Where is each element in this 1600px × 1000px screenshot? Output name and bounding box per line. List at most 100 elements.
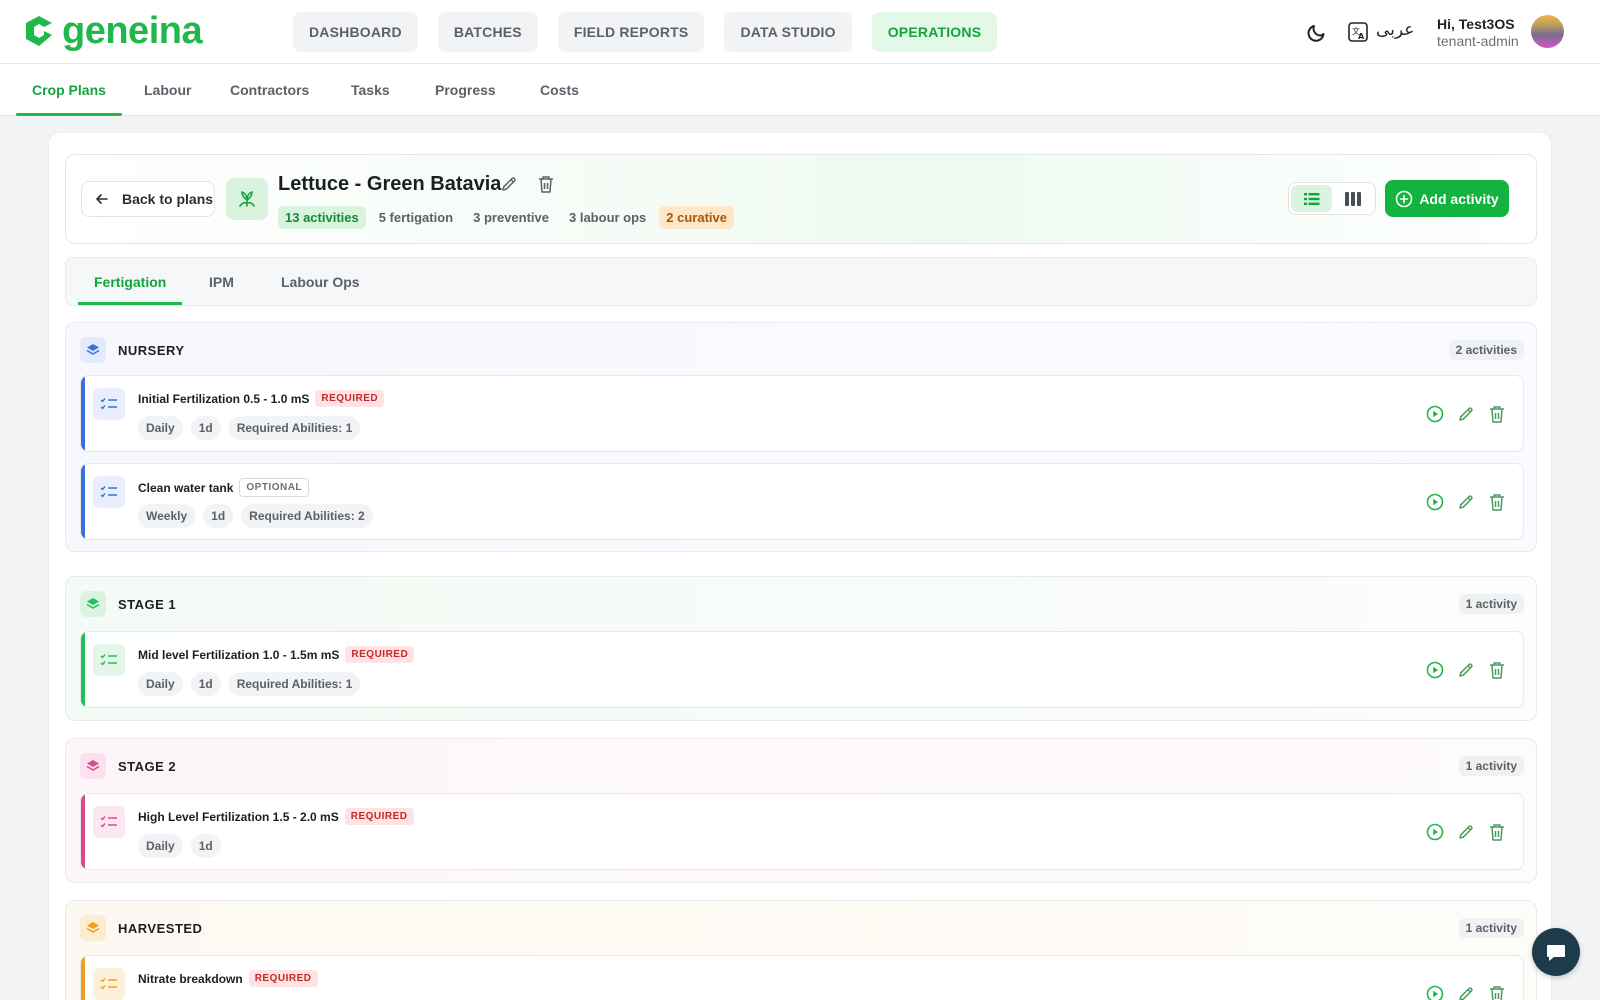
abilities-chip: Required Abilities: 1 (228, 672, 361, 696)
edit-icon[interactable] (1456, 404, 1476, 424)
stage-count: 1 activity (1458, 756, 1524, 776)
layers-icon (80, 915, 106, 941)
stage-header: STAGE 2 (80, 753, 176, 779)
stat-activities: 13 activities (278, 206, 366, 229)
stage-header: STAGE 1 (80, 591, 176, 617)
tab-labour-ops[interactable]: Labour Ops (281, 258, 360, 305)
back-to-plans-button[interactable]: Back to plans (81, 181, 215, 217)
activity-card[interactable]: Nitrate breakdown REQUIRED (80, 955, 1524, 1000)
edit-icon[interactable] (1456, 822, 1476, 842)
play-icon[interactable] (1425, 822, 1445, 842)
stage-group-harvested: HARVESTED 1 activity Nitrate breakdown R… (65, 900, 1537, 1000)
stage-group-stage-1: STAGE 1 1 activity Mid level Fertilizati… (65, 576, 1537, 721)
activity-card[interactable]: Mid level Fertilization 1.0 - 1.5m mS RE… (80, 631, 1524, 708)
activity-card[interactable]: High Level Fertilization 1.5 - 2.0 mS RE… (80, 793, 1524, 870)
required-badge: REQUIRED (345, 646, 415, 663)
frequency-chip: Daily (138, 834, 183, 858)
activity-card[interactable]: Clean water tank OPTIONAL Weekly 1d Requ… (80, 463, 1524, 540)
subtab-progress[interactable]: Progress (435, 64, 496, 116)
columns-icon (1344, 191, 1361, 206)
trash-icon[interactable] (1487, 660, 1507, 680)
edit-icon[interactable] (1456, 984, 1476, 1000)
activity-chips: Daily 1d Required Abilities: 1 (138, 672, 361, 696)
duration-chip: 1d (190, 834, 221, 858)
activity-chips: Weekly 1d Required Abilities: 2 (138, 504, 373, 528)
checklist-icon (93, 806, 125, 838)
user-info[interactable]: Hi, Test3OS tenant-admin (1437, 16, 1519, 49)
stage-count: 2 activities (1448, 340, 1524, 360)
top-bar: geneina DASHBOARD BATCHES FIELD REPORTS … (0, 0, 1600, 64)
nav-batches[interactable]: BATCHES (437, 12, 538, 52)
list-view-button[interactable] (1291, 185, 1332, 212)
activity-name: High Level Fertilization 1.5 - 2.0 mS (138, 809, 339, 824)
frequency-chip: Daily (138, 416, 183, 440)
activity-title: Initial Fertilization 0.5 - 1.0 mS REQUI… (138, 390, 385, 407)
view-toggle (1288, 182, 1376, 215)
stat-curative: 2 curative (659, 206, 734, 229)
edit-icon[interactable] (1456, 660, 1476, 680)
nav-dashboard[interactable]: DASHBOARD (293, 12, 418, 52)
activity-name: Initial Fertilization 0.5 - 1.0 mS (138, 391, 310, 406)
subtab-costs[interactable]: Costs (540, 64, 579, 116)
avatar[interactable] (1531, 15, 1564, 48)
activity-chips: Daily 1d Required Abilities: 1 (138, 416, 361, 440)
language-switch[interactable]: عربى (1376, 20, 1414, 40)
duration-chip: 1d (203, 504, 234, 528)
play-icon[interactable] (1425, 492, 1445, 512)
activity-type-tabs: Fertigation IPM Labour Ops (65, 257, 1537, 306)
plus-circle-icon (1396, 190, 1413, 207)
trash-icon[interactable] (1487, 822, 1507, 842)
stage-header: HARVESTED (80, 915, 202, 941)
checklist-icon (93, 644, 125, 676)
moon-icon[interactable] (1307, 22, 1327, 42)
play-icon[interactable] (1425, 404, 1445, 424)
play-icon[interactable] (1425, 984, 1445, 1000)
trash-icon[interactable] (1487, 984, 1507, 1000)
stat-fertigation: 5 fertigation (378, 210, 454, 225)
edit-plan-icon[interactable] (500, 175, 518, 193)
required-badge: REQUIRED (248, 970, 318, 987)
subtab-labour[interactable]: Labour (144, 64, 191, 116)
checklist-icon (93, 388, 125, 420)
chat-button[interactable] (1532, 928, 1580, 976)
stage-name: STAGE 2 (118, 758, 177, 774)
brand-logo[interactable]: geneina (22, 12, 203, 50)
trash-icon[interactable] (1487, 404, 1507, 424)
activity-card[interactable]: Initial Fertilization 0.5 - 1.0 mS REQUI… (80, 375, 1524, 452)
activity-actions (1425, 822, 1507, 842)
nav-operations[interactable]: OPERATIONS (871, 12, 998, 52)
tab-ipm[interactable]: IPM (209, 258, 234, 305)
activity-title: Clean water tank OPTIONAL (138, 478, 310, 497)
activity-title: High Level Fertilization 1.5 - 2.0 mS RE… (138, 808, 414, 825)
activity-chips: Daily 1d (138, 834, 221, 858)
activity-actions (1425, 660, 1507, 680)
plan-stats: 13 activities 5 fertigation 3 preventive… (278, 206, 734, 229)
subtab-contractors[interactable]: Contractors (230, 64, 309, 116)
tab-fertigation[interactable]: Fertigation (77, 258, 183, 305)
stage-name: NURSERY (118, 342, 185, 358)
activity-name: Mid level Fertilization 1.0 - 1.5m mS (138, 647, 340, 662)
stage-name: HARVESTED (118, 920, 203, 936)
stat-labour-ops: 3 labour ops (569, 210, 647, 225)
add-activity-label: Add activity (1419, 190, 1499, 207)
delete-plan-icon[interactable] (537, 174, 555, 194)
layers-icon (80, 753, 106, 779)
activity-actions (1425, 984, 1507, 1000)
add-activity-button[interactable]: Add activity (1385, 180, 1509, 217)
play-icon[interactable] (1425, 660, 1445, 680)
user-role: tenant-admin (1437, 33, 1519, 49)
translate-icon[interactable]: 文 A (1347, 21, 1369, 43)
trash-icon[interactable] (1487, 492, 1507, 512)
edit-icon[interactable] (1456, 492, 1476, 512)
plan-header: Back to plans Lettuce - Green Batavia 13… (65, 154, 1537, 244)
duration-chip: 1d (190, 416, 221, 440)
board-view-button[interactable] (1332, 185, 1373, 212)
svg-text:A: A (1358, 32, 1365, 41)
required-badge: REQUIRED (315, 390, 385, 407)
nav-data-studio[interactable]: DATA STUDIO (724, 12, 852, 52)
sub-nav: Crop Plans Labour Contractors Tasks Prog… (0, 64, 1600, 116)
nav-field-reports[interactable]: FIELD REPORTS (557, 12, 705, 52)
subtab-tasks[interactable]: Tasks (351, 64, 390, 116)
subtab-crop-plans[interactable]: Crop Plans (16, 64, 122, 116)
stage-group-stage-2: STAGE 2 1 activity High Level Fertilizat… (65, 738, 1537, 883)
